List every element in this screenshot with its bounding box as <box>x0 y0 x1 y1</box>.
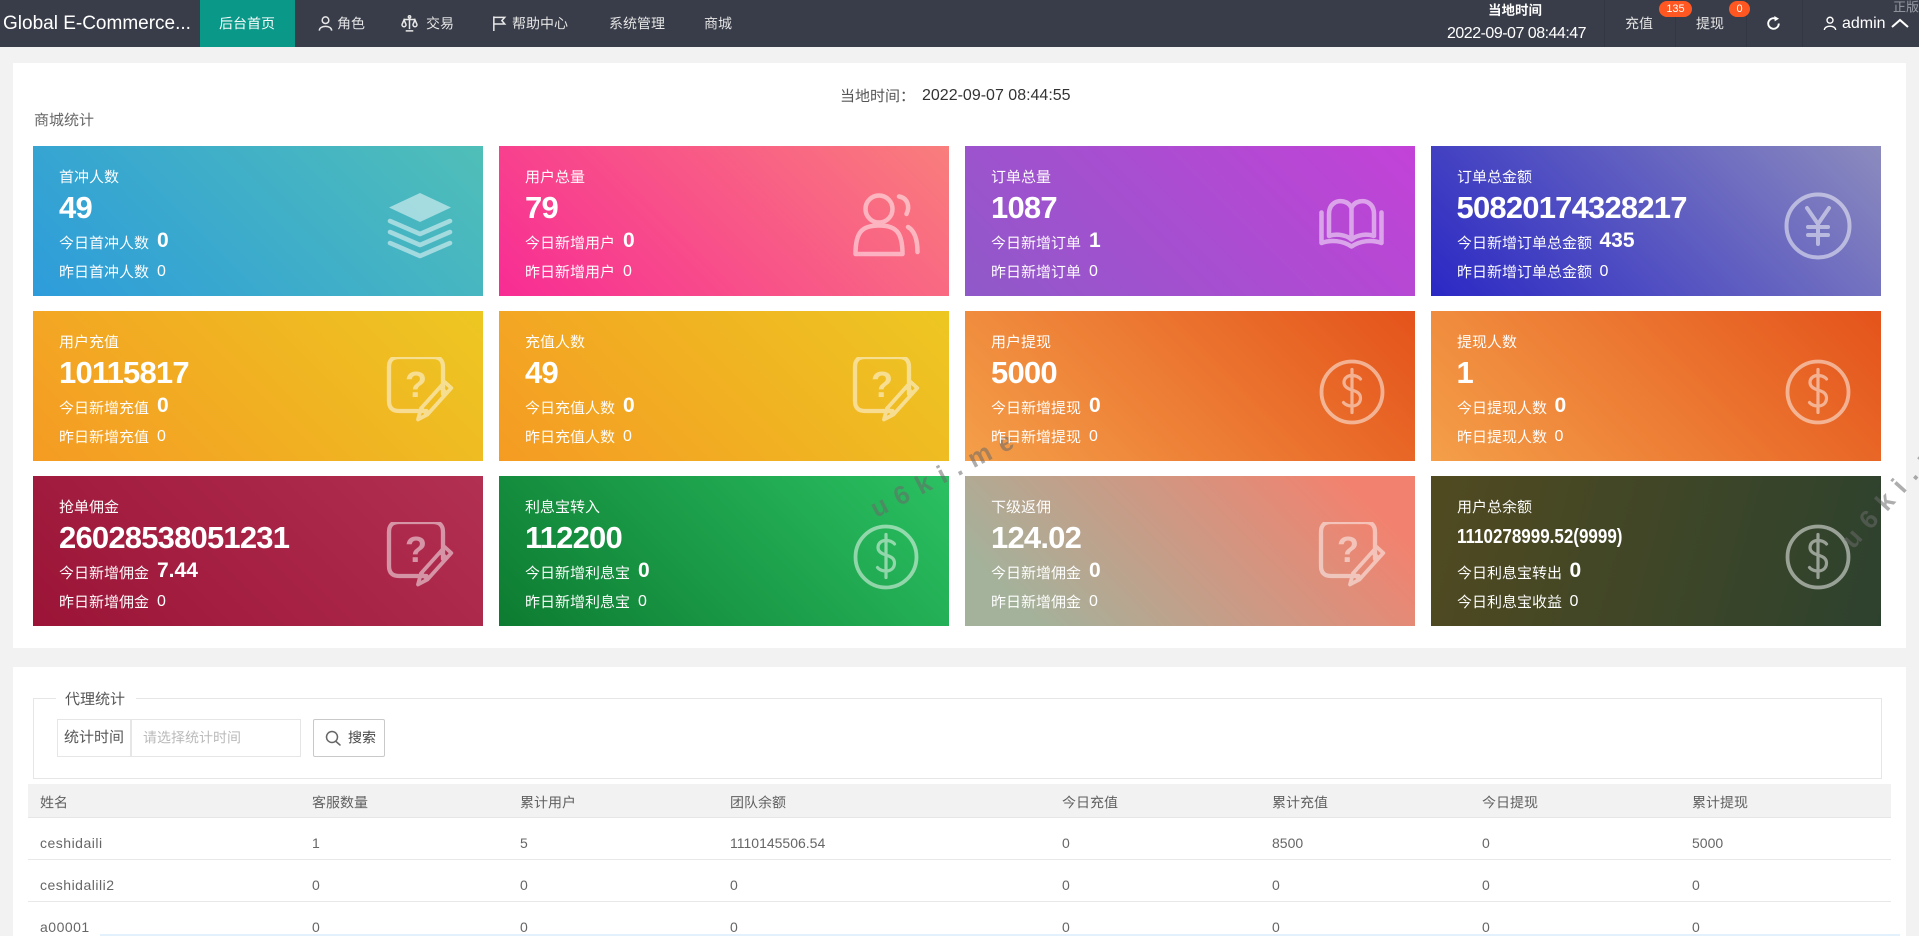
svg-text:?: ? <box>405 364 427 405</box>
svg-text:?: ? <box>405 529 427 570</box>
svg-text:?: ? <box>1337 529 1359 570</box>
svg-text:?: ? <box>871 364 893 405</box>
